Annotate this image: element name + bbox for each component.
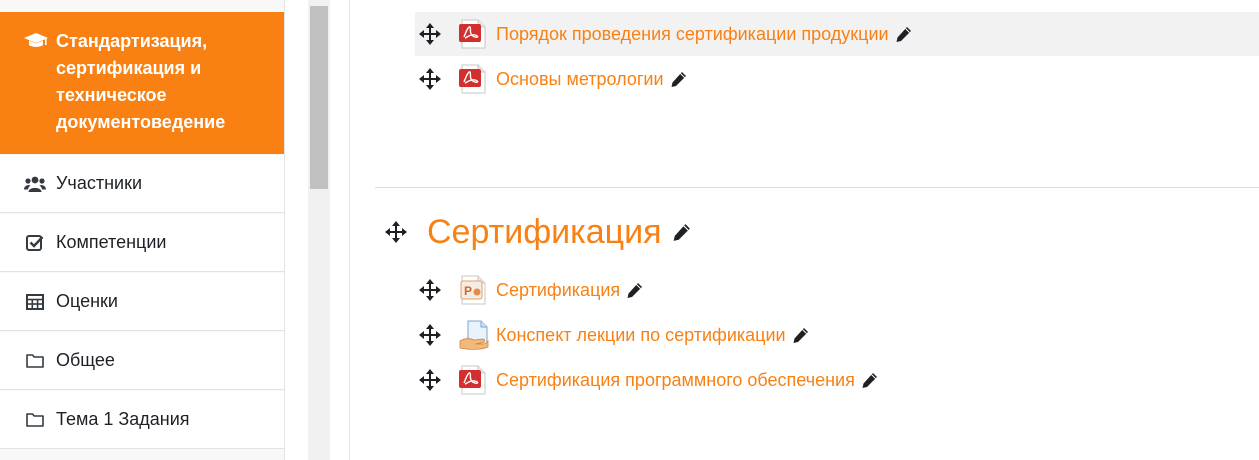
move-icon[interactable] — [417, 66, 443, 92]
move-icon[interactable] — [417, 277, 443, 303]
edit-pencil-icon[interactable] — [895, 25, 913, 43]
sidebar-item-grades[interactable]: Оценки — [0, 273, 284, 331]
activity-row: P Сертификация — [415, 268, 644, 312]
section-title[interactable]: Сертификация — [427, 213, 662, 252]
move-icon[interactable] — [383, 219, 409, 245]
activity-row: Основы метрологии — [415, 57, 688, 101]
assignment-icon — [459, 320, 489, 350]
graduation-cap-icon — [24, 32, 50, 52]
sidebar-item-general[interactable]: Общее — [0, 332, 284, 390]
activity-row: Сертификация программного обеспечения — [415, 358, 879, 402]
checkbox-icon — [24, 234, 46, 252]
sidebar-item-participants[interactable]: Участники — [0, 155, 284, 213]
course-sidebar: Стандартизация, сертификация и техническ… — [0, 0, 285, 460]
activity-row: Конспект лекции по сертификации — [415, 313, 810, 357]
activity-link[interactable]: Сертификация программного обеспечения — [496, 370, 855, 391]
move-icon[interactable] — [417, 322, 443, 348]
sidebar-item-label: Участники — [56, 173, 142, 193]
course-header-link[interactable]: Стандартизация, сертификация и техническ… — [0, 12, 284, 154]
edit-pencil-icon[interactable] — [670, 70, 688, 88]
section-header: Сертификация — [383, 207, 692, 257]
edit-pencil-icon[interactable] — [626, 281, 644, 299]
table-icon — [24, 293, 46, 311]
activity-link[interactable]: Порядок проведения сертификации продукци… — [496, 24, 889, 45]
sidebar-item-topic-1[interactable]: Тема 1 Задания — [0, 391, 284, 449]
sidebar-item-label: Тема 1 Задания — [56, 409, 190, 429]
course-title: Стандартизация, сертификация и техническ… — [56, 31, 226, 132]
activity-link[interactable]: Основы метрологии — [496, 69, 664, 90]
sidebar-item-competencies[interactable]: Компетенции — [0, 214, 284, 272]
edit-pencil-icon[interactable] — [861, 371, 879, 389]
move-icon[interactable] — [417, 21, 443, 47]
sidebar-item-label: Общее — [56, 350, 115, 370]
folder-icon — [24, 352, 46, 370]
svg-text:P: P — [464, 284, 472, 298]
powerpoint-file-icon: P — [459, 275, 487, 305]
edit-pencil-icon[interactable] — [792, 326, 810, 344]
move-icon[interactable] — [417, 367, 443, 393]
pdf-file-icon — [459, 19, 487, 49]
users-icon — [24, 175, 46, 193]
activity-link[interactable]: Сертификация — [496, 280, 620, 301]
edit-pencil-icon[interactable] — [672, 222, 692, 242]
sidebar-item-label: Компетенции — [56, 232, 167, 252]
activity-link[interactable]: Конспект лекции по сертификации — [496, 325, 786, 346]
sidebar-scrollbar-thumb[interactable] — [310, 6, 328, 189]
pdf-file-icon — [459, 64, 487, 94]
folder-icon — [24, 411, 46, 429]
pdf-file-icon — [459, 365, 487, 395]
activity-row: Порядок проведения сертификации продукци… — [415, 12, 1259, 56]
content-divider — [349, 0, 350, 460]
sidebar-item-label: Оценки — [56, 291, 118, 311]
section-separator — [375, 187, 1259, 188]
